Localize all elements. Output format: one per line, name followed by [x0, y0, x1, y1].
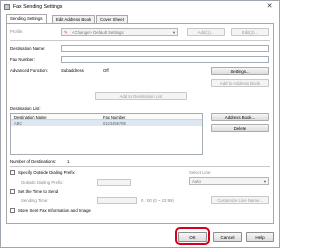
- window-title: Fax Sending Settings: [13, 4, 63, 10]
- title-bar: Fax Sending Settings ✕: [1, 1, 279, 13]
- profile-edit-button[interactable]: Edit(2)...: [231, 28, 269, 36]
- destination-name-input[interactable]: [61, 45, 269, 52]
- address-book-button[interactable]: Address Book...: [211, 113, 269, 121]
- ok-highlight-annotation: [175, 227, 210, 245]
- settings-button[interactable]: Settings...: [211, 67, 269, 75]
- sending-settings-panel: Profile: ✎ <Change> Default Settings ▼ A…: [6, 23, 274, 224]
- profile-value: <Change> Default Settings: [72, 30, 124, 35]
- customize-line-name-button[interactable]: Customize Line Name...: [211, 196, 269, 204]
- cancel-button[interactable]: Cancel: [213, 232, 242, 242]
- tab-edit-address-book[interactable]: Edit Address Book: [52, 15, 96, 23]
- chevron-down-icon: ▼: [172, 30, 176, 35]
- destination-name-label: Destination Name:: [10, 46, 46, 51]
- subaddress-label: Subaddress: [61, 68, 84, 73]
- delete-button[interactable]: Delete: [211, 124, 269, 132]
- tab-cover-sheet[interactable]: Cover Sheet: [96, 15, 128, 23]
- store-sent-checkbox[interactable]: [10, 208, 15, 213]
- store-sent-label: Store Sent Fax Information and Image: [18, 208, 91, 213]
- outside-prefix-sublabel: Outside Dialing Prefix:: [21, 180, 64, 185]
- send-time-label: Set the Time to Send: [18, 189, 59, 194]
- select-line-label: Select Line:: [189, 170, 212, 175]
- add-to-address-book-button[interactable]: Add to Address Book: [211, 79, 269, 87]
- sending-time-input[interactable]: [97, 197, 137, 204]
- pencil-icon: ✎: [64, 30, 68, 35]
- row-destination-name: ABC: [14, 120, 23, 126]
- row-fax-number: 0123456789: [103, 120, 126, 126]
- number-of-destinations-value: 1: [67, 159, 70, 164]
- profile-select[interactable]: ✎ <Change> Default Settings ▼: [61, 28, 178, 36]
- separator: [10, 166, 270, 167]
- line-select-value: Auto: [192, 179, 201, 184]
- app-icon: [4, 4, 10, 10]
- sending-time-value: 0 : 00 (0 ~ 23:59): [141, 198, 174, 203]
- outside-prefix-checkbox[interactable]: [10, 170, 15, 175]
- table-row[interactable]: ABC 0123456789: [11, 120, 202, 126]
- separator: [10, 40, 270, 41]
- profile-add-button[interactable]: Add(1)...: [187, 28, 225, 36]
- destination-list[interactable]: Destination Name Fax Number ABC 01234567…: [10, 113, 203, 155]
- line-select[interactable]: Auto ▼: [189, 177, 269, 185]
- profile-label: Profile:: [10, 29, 24, 34]
- help-button[interactable]: Help: [246, 232, 274, 242]
- fax-number-input[interactable]: [61, 56, 269, 63]
- tab-sending-settings[interactable]: Sending Settings: [6, 14, 47, 23]
- column-header-fax-number: Fax Number: [103, 114, 126, 120]
- send-time-checkbox[interactable]: [10, 189, 15, 194]
- outside-prefix-input[interactable]: [97, 179, 131, 186]
- subaddress-value: Off: [103, 68, 109, 73]
- advanced-function-label: Advanced Function:: [10, 68, 48, 73]
- number-of-destinations-label: Number of Destinations:: [10, 159, 57, 164]
- chevron-down-icon: ▼: [263, 179, 267, 184]
- sending-time-sublabel: Sending Time:: [21, 198, 49, 203]
- add-to-destination-list-button[interactable]: Add to Destination List: [95, 92, 187, 100]
- column-header-destination-name: Destination Name: [14, 114, 47, 120]
- destination-list-label: Destination List:: [10, 106, 41, 111]
- fax-sending-settings-dialog: Fax Sending Settings ✕ Sending Settings …: [0, 0, 280, 248]
- fax-number-label: Fax Number:: [10, 57, 35, 62]
- outside-prefix-label: Specify Outside Dialing Prefix: [18, 170, 75, 175]
- close-icon[interactable]: ✕: [264, 2, 275, 11]
